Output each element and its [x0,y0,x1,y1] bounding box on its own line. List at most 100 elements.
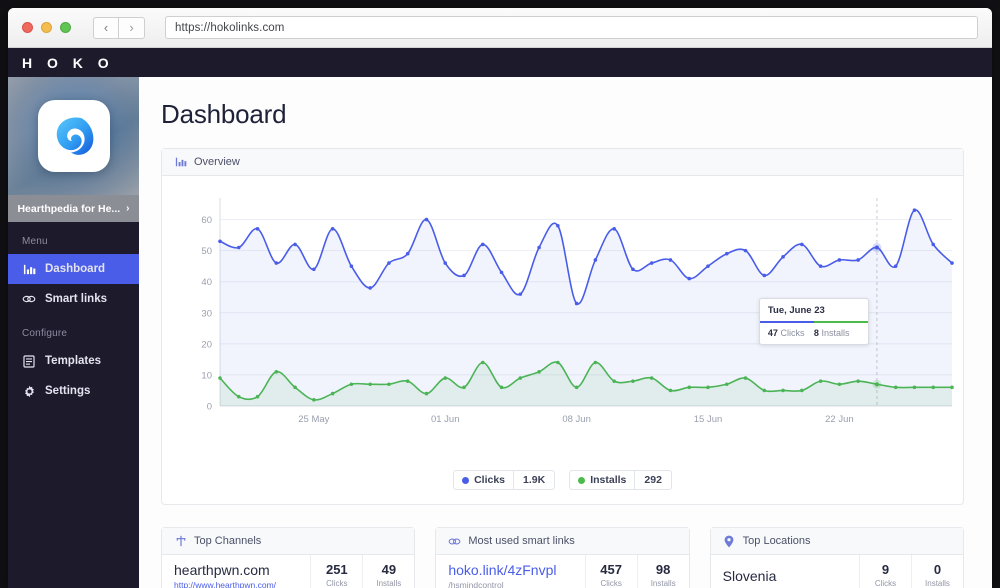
tooltip-date: Tue, June 23 [767,304,825,316]
page-title: Dashboard [161,99,287,129]
row-clicks-label: Clicks [874,578,897,588]
legend-installs-value: 292 [634,471,671,489]
zoom-window-button[interactable] [60,22,71,33]
sidebar-item-dashboard[interactable]: Dashboard [8,254,139,284]
tooltip-installs-label: Installs [821,328,850,339]
row-clicks-value: 9 [881,562,890,578]
row-clicks-label: Clicks [600,578,622,588]
chart-legend: Clicks 1.9K Installs 292 [162,464,963,504]
row-installs: 0 Installs [910,555,963,588]
url-input[interactable]: https://hokolinks.com [165,16,978,39]
app-selector[interactable]: Hearthpedia for He... › [8,195,139,222]
sidebar-section-heading-menu: Menu [22,236,48,247]
pin-icon [723,535,736,548]
legend-installs-dot [578,476,586,484]
svg-text:50: 50 [201,246,212,257]
row-main: hearthpwn.com http://www.hearthpwn.com/ [174,562,310,588]
top-locations-card: Top Locations Slovenia 9 Clicks 0 Instal… [709,527,964,588]
chart-tooltip: Tue, June 23 47 Clicks 8 Installs [758,297,869,346]
row-subtitle[interactable]: http://www.hearthpwn.com/ [174,580,310,588]
browser-window: ‹ › https://hokolinks.com H O K O Hearth… [8,8,992,588]
main-content: Dashboard Overview 0 10 20 30 40 50 60 2… [139,77,992,588]
brand-logo[interactable]: H O K O [22,55,114,71]
tooltip-installs: 8 Installs [814,328,860,338]
close-window-button[interactable] [22,22,33,33]
navigation-buttons[interactable]: ‹ › [93,16,145,39]
most-used-smart-links-title: Most used smart links [468,535,575,547]
top-channels-title: Top Channels [194,535,262,547]
bar-chart-icon [174,156,187,169]
tooltip-color-bars [759,320,868,324]
table-row[interactable]: Slovenia 9 Clicks 0 Installs [711,555,963,588]
browser-titlebar: ‹ › https://hokolinks.com [8,8,992,48]
overview-chart[interactable]: 0 10 20 30 40 50 60 25 May 01 Jun 08 Jun 15 Jun 22 … [162,176,963,464]
row-installs-value: 49 [381,562,397,578]
sidebar-item-label: Dashboard [45,263,106,275]
screen: ‹ › https://hokolinks.com H O K O Hearth… [0,0,1000,588]
svg-text:0: 0 [207,402,212,413]
sidebar: Hearthpedia for He... › Menu Dashboard S… [8,77,139,588]
row-clicks: 251 Clicks [310,555,362,588]
most-used-smart-links-header: Most used smart links [436,528,689,555]
app-body: Hearthpedia for He... › Menu Dashboard S… [8,77,992,588]
row-installs-label: Installs [925,578,950,588]
row-clicks: 9 Clicks [858,555,911,588]
row-clicks-value: 251 [325,562,348,578]
legend-clicks-dot [462,476,470,484]
sidebar-item-smart-links[interactable]: Smart links [8,284,139,314]
row-installs-value: 0 [933,562,942,578]
app-header: H O K O [8,48,992,77]
app-icon [37,100,110,172]
tooltip-clicks-value: 47 [767,328,778,339]
row-title: Slovenia [722,567,777,584]
overview-card: Overview 0 10 20 30 40 50 60 25 May 01 Jun 08 Jun… [161,148,964,505]
row-installs-value: 98 [655,562,671,578]
legend-item-installs[interactable]: Installs 292 [569,470,672,490]
legend-installs-label-wrap: Installs [570,471,634,489]
top-locations-title: Top Locations [742,535,811,547]
svg-text:60: 60 [201,215,212,226]
document-icon [22,354,36,368]
top-channels-header: Top Channels [162,528,415,555]
hearthstone-swirl-icon [56,117,93,155]
svg-text:30: 30 [201,308,212,319]
url-text: https://hokolinks.com [175,21,285,34]
table-row[interactable]: hoko.link/4zFnvpl /hsmindcontrol 457 Cli… [436,555,688,588]
tooltip-installs-bar [813,320,868,324]
link-icon [448,535,461,548]
tooltip-clicks-label: Clicks [780,328,805,339]
svg-text:20: 20 [201,339,212,350]
legend-clicks-label-wrap: Clicks [454,471,513,489]
row-installs-label: Installs [650,578,676,588]
sidebar-item-settings[interactable]: Settings [8,376,139,406]
svg-text:25 May: 25 May [298,414,329,425]
legend-clicks-value: 1.9K [513,471,554,489]
window-controls[interactable] [18,22,71,33]
forward-icon[interactable]: › [119,16,145,39]
svg-text:01 Jun: 01 Jun [431,414,460,425]
row-title[interactable]: hoko.link/4zFnvpl [448,562,584,578]
app-name-label: Hearthpedia for He... [17,202,121,215]
table-row[interactable]: hearthpwn.com http://www.hearthpwn.com/ … [162,555,414,588]
legend-installs-label: Installs [590,474,627,486]
row-installs-label: Installs [376,578,402,588]
tooltip-values: 47 Clicks 8 Installs [760,323,868,344]
tooltip-clicks-bar [759,320,814,324]
sidebar-section-heading-configure: Configure [22,328,68,339]
most-used-smart-links-card: Most used smart links hoko.link/4zFnvpl … [435,527,690,588]
back-icon[interactable]: ‹ [93,16,119,39]
bottom-cards-row: Top Channels hearthpwn.com http://www.he… [161,527,964,588]
row-main: Slovenia [723,568,859,584]
sidebar-item-label: Settings [45,385,91,397]
app-logo-banner [8,77,139,195]
row-main: hoko.link/4zFnvpl /hsmindcontrol [448,562,584,588]
sidebar-item-label: Templates [45,355,102,367]
top-channels-card: Top Channels hearthpwn.com http://www.he… [161,527,416,588]
minimize-window-button[interactable] [41,22,52,33]
chevron-right-icon: › [126,203,130,214]
svg-text:10: 10 [201,370,212,381]
sidebar-item-templates[interactable]: Templates [8,346,139,376]
row-clicks-value: 457 [600,562,622,578]
overview-card-header: Overview [162,149,963,176]
legend-item-clicks[interactable]: Clicks 1.9K [453,470,556,490]
